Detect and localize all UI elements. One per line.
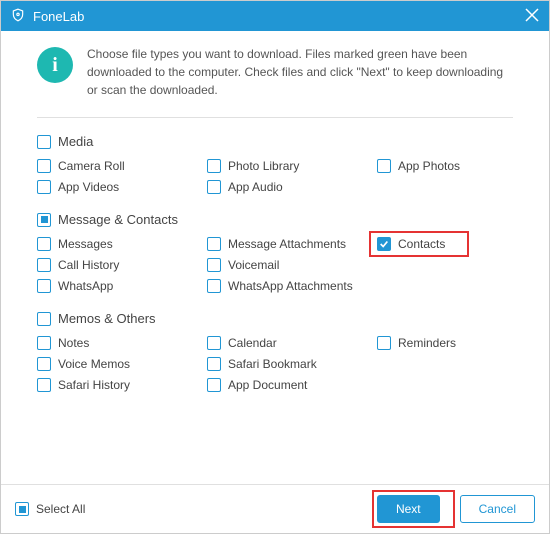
item-app-photos[interactable]: App Photos [377,159,507,173]
checkbox-call-history[interactable] [37,258,51,272]
section-media-label: Media [58,134,93,149]
checkbox-safari-bookmark[interactable] [207,357,221,371]
item-app-document[interactable]: App Document [207,378,377,392]
shield-icon [11,8,25,25]
checkbox-app-videos[interactable] [37,180,51,194]
item-whatsapp[interactable]: WhatsApp [37,279,207,293]
checkbox-app-audio[interactable] [207,180,221,194]
content-area: i Choose file types you want to download… [1,31,549,484]
item-notes[interactable]: Notes [37,336,207,350]
next-button[interactable]: Next [377,495,440,523]
item-messages[interactable]: Messages [37,237,207,251]
item-reminders[interactable]: Reminders [377,336,507,350]
item-voicemail[interactable]: Voicemail [207,258,377,272]
item-contacts[interactable]: Contacts [377,237,507,251]
item-call-history[interactable]: Call History [37,258,207,272]
checkbox-messages[interactable] [37,237,51,251]
item-whatsapp-attachments[interactable]: WhatsApp Attachments [207,279,377,293]
intro-text: Choose file types you want to download. … [87,45,513,99]
checkbox-memos-others[interactable] [37,312,51,326]
section-message-contacts-label: Message & Contacts [58,212,178,227]
item-calendar[interactable]: Calendar [207,336,377,350]
checkbox-camera-roll[interactable] [37,159,51,173]
checkbox-app-photos[interactable] [377,159,391,173]
item-message-attachments[interactable]: Message Attachments [207,237,377,251]
titlebar: FoneLab [1,1,549,31]
select-all-label: Select All [36,502,85,516]
section-memos-others-label: Memos & Others [58,311,156,326]
checkbox-app-document[interactable] [207,378,221,392]
checkbox-voicemail[interactable] [207,258,221,272]
item-camera-roll[interactable]: Camera Roll [37,159,207,173]
section-media-header[interactable]: Media [37,134,513,149]
section-memos-others: Memos & Others Notes Calendar Reminders … [37,311,513,392]
divider [37,117,513,118]
checkbox-voice-memos[interactable] [37,357,51,371]
app-title: FoneLab [33,9,84,24]
intro: i Choose file types you want to download… [37,45,513,99]
checkbox-message-contacts[interactable] [37,213,51,227]
item-voice-memos[interactable]: Voice Memos [37,357,207,371]
checkbox-photo-library[interactable] [207,159,221,173]
item-photo-library[interactable]: Photo Library [207,159,377,173]
close-icon[interactable] [525,8,539,25]
section-media: Media Camera Roll Photo Library App Phot… [37,134,513,194]
checkbox-media[interactable] [37,135,51,149]
item-app-audio[interactable]: App Audio [207,180,377,194]
checkbox-message-attachments[interactable] [207,237,221,251]
sections: Media Camera Roll Photo Library App Phot… [37,134,513,474]
checkbox-notes[interactable] [37,336,51,350]
checkbox-select-all[interactable] [15,502,29,516]
item-app-videos[interactable]: App Videos [37,180,207,194]
footer: Select All Next Cancel [1,484,549,533]
window: FoneLab i Choose file types you want to … [0,0,550,534]
checkbox-calendar[interactable] [207,336,221,350]
select-all[interactable]: Select All [15,502,85,516]
section-memos-others-header[interactable]: Memos & Others [37,311,513,326]
section-message-contacts: Message & Contacts Messages Message Atta… [37,212,513,293]
item-safari-history[interactable]: Safari History [37,378,207,392]
checkbox-reminders[interactable] [377,336,391,350]
checkbox-whatsapp[interactable] [37,279,51,293]
checkbox-contacts[interactable] [377,237,391,251]
cancel-button[interactable]: Cancel [460,495,535,523]
checkbox-whatsapp-attachments[interactable] [207,279,221,293]
checkbox-safari-history[interactable] [37,378,51,392]
info-icon: i [37,47,73,83]
item-safari-bookmark[interactable]: Safari Bookmark [207,357,377,371]
section-message-contacts-header[interactable]: Message & Contacts [37,212,513,227]
